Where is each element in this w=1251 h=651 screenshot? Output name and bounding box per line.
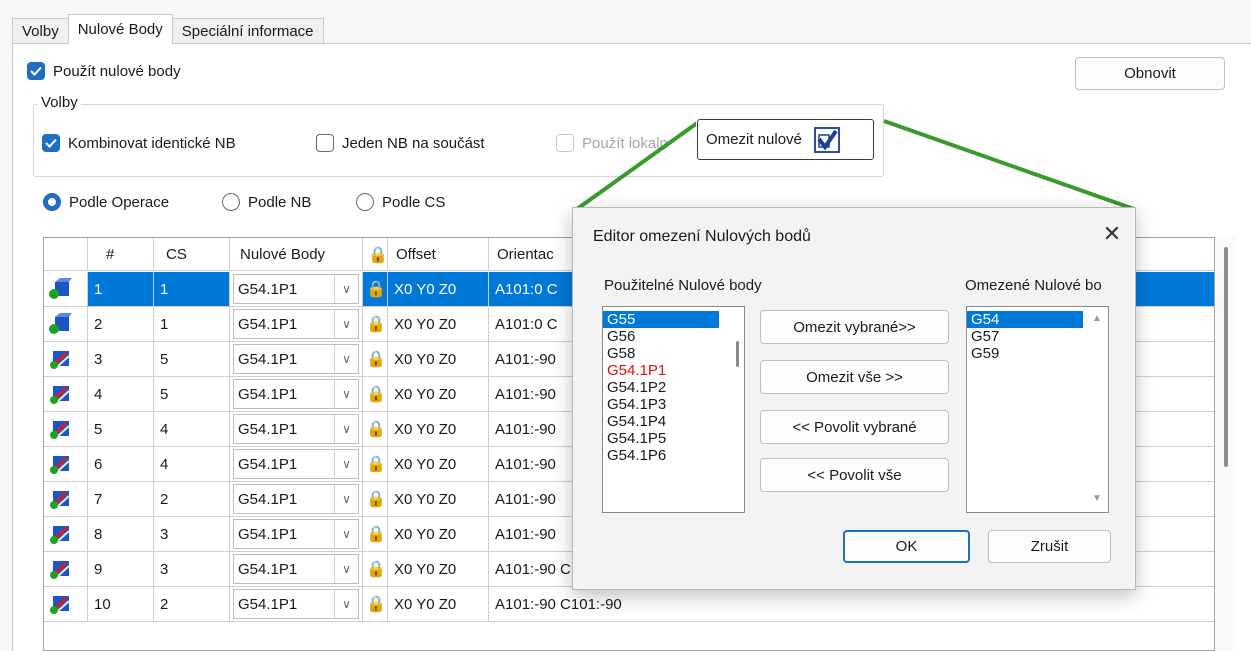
restrict-selected-label: Omezit vybrané>> bbox=[793, 318, 916, 336]
list-item[interactable]: G59 bbox=[967, 345, 1083, 362]
list-item[interactable]: G58 bbox=[603, 345, 719, 362]
list-item[interactable]: G54.1P1 bbox=[603, 362, 719, 379]
list-item[interactable]: G54.1P6 bbox=[603, 447, 719, 464]
list-item[interactable]: G55 bbox=[603, 311, 719, 328]
cancel-button[interactable]: Zrušit bbox=[988, 530, 1111, 563]
tab-label: Nulové Body bbox=[77, 21, 163, 38]
scroll-down-icon[interactable]: ▼ bbox=[1092, 493, 1102, 504]
restrict-all-label: Omezit vše >> bbox=[806, 368, 903, 386]
restrict-zero-points-callout[interactable]: Omezit nulové bbox=[697, 119, 874, 160]
list-item[interactable]: G54.1P3 bbox=[603, 396, 719, 413]
zero-point-restriction-dialog: Editor omezení Nulových bodů ✕ Použiteln… bbox=[572, 207, 1136, 590]
tab-nulove-body[interactable]: Nulové Body bbox=[67, 14, 173, 44]
restrict-all-button[interactable]: Omezit vše >> bbox=[760, 360, 949, 394]
available-list-scroll-thumb[interactable] bbox=[736, 341, 739, 367]
allow-all-label: << Povolit vše bbox=[807, 466, 902, 484]
allow-selected-button[interactable]: << Povolit vybrané bbox=[760, 410, 949, 444]
list-item[interactable]: G56 bbox=[603, 328, 719, 345]
restrict-editor-icon[interactable] bbox=[813, 126, 840, 153]
list-item[interactable]: G54.1P5 bbox=[603, 430, 719, 447]
list-item[interactable]: G57 bbox=[967, 328, 1083, 345]
cancel-button-label: Zrušit bbox=[1030, 538, 1069, 555]
list-item[interactable]: G54 bbox=[967, 311, 1083, 328]
available-list-items: G55 G56 G58 G54.1P1 G54.1P2 G54.1P3 G54.1P4 G54… bbox=[603, 307, 719, 464]
list-item[interactable]: G54.1P2 bbox=[603, 379, 719, 396]
restrict-selected-button[interactable]: Omezit vybrané>> bbox=[760, 310, 949, 344]
ok-button-label: OK bbox=[895, 538, 918, 555]
available-list-label: Použitelné Nulové body bbox=[604, 277, 762, 294]
close-icon[interactable]: ✕ bbox=[1095, 219, 1129, 249]
scroll-up-icon[interactable]: ▲ bbox=[1092, 313, 1102, 324]
allow-selected-label: << Povolit vybrané bbox=[792, 418, 917, 436]
callout-line-left bbox=[575, 119, 702, 211]
callout-line-right bbox=[883, 119, 1135, 211]
available-zero-points-list[interactable]: G55 G56 G58 G54.1P1 G54.1P2 G54.1P3 G54.1P4 G54… bbox=[602, 306, 745, 513]
restrict-zero-points-label: Omezit nulové bbox=[706, 131, 802, 148]
allow-all-button[interactable]: << Povolit vše bbox=[760, 458, 949, 492]
ok-button[interactable]: OK bbox=[843, 530, 970, 563]
restricted-zero-points-list[interactable]: G54 G57 G59 ▲ ▼ bbox=[966, 306, 1109, 513]
list-item[interactable]: G54.1P4 bbox=[603, 413, 719, 430]
dialog-title: Editor omezení Nulových bodů bbox=[593, 228, 811, 245]
restricted-list-items: G54 G57 G59 bbox=[967, 307, 1083, 362]
restricted-list-label: Omezené Nulové bo bbox=[965, 277, 1102, 294]
